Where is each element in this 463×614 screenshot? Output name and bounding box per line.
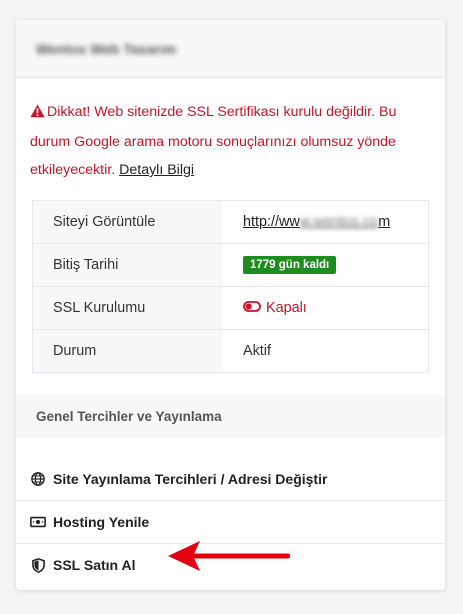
- warning-icon: [30, 100, 45, 128]
- url-hidden-part: w.wentos.co: [299, 214, 379, 230]
- site-info-table: Siteyi Görüntüle http://www.wentos.com B…: [32, 200, 429, 373]
- table-row: Bitiş Tarihi 1779 gün kaldı: [32, 243, 429, 287]
- menu-item-label: SSL Satın Al: [53, 557, 136, 573]
- details-link[interactable]: Detaylı Bilgi: [119, 162, 194, 178]
- menu-item-label: Hosting Yenile: [53, 514, 150, 530]
- globe-icon: [30, 472, 46, 486]
- section-title: Genel Tercihler ve Yayınlama: [16, 395, 445, 438]
- ssl-setup-label: SSL Kurulumu: [32, 286, 223, 330]
- alert-message: Dikkat! Web sitenizde SSL Sertifikası ku…: [30, 104, 397, 178]
- site-url-link[interactable]: http://www.wentos.com: [243, 214, 390, 230]
- shield-icon: [30, 557, 46, 573]
- expiry-date-label: Bitiş Tarihi: [32, 243, 223, 287]
- table-row: SSL Kurulumu Kapalı: [32, 286, 429, 330]
- site-title: Wentos Web Tasarım: [36, 40, 177, 57]
- status-value: Aktif: [223, 329, 429, 373]
- menu-item-publishing-preferences[interactable]: Site Yayınlama Tercihleri / Adresi Değiş…: [16, 458, 445, 501]
- table-row: Durum Aktif: [32, 329, 429, 373]
- ssl-status-text: Kapalı: [266, 300, 307, 316]
- card-header: Wentos Web Tasarım: [16, 20, 445, 78]
- table-row: Siteyi Görüntüle http://www.wentos.com: [32, 200, 429, 244]
- url-suffix: m: [378, 214, 391, 230]
- url-prefix: http://ww: [243, 214, 300, 230]
- money-bill-icon: [30, 516, 46, 528]
- red-arrow-annotation: [168, 541, 290, 571]
- view-site-label: Siteyi Görüntüle: [32, 200, 223, 244]
- menu-item-label: Site Yayınlama Tercihleri / Adresi Değiş…: [53, 471, 328, 487]
- website-card: Wentos Web Tasarım Dikkat! Web sitenizde…: [16, 20, 445, 590]
- toggle-off-icon: [243, 300, 261, 316]
- ssl-warning-alert: Dikkat! Web sitenizde SSL Sertifikası ku…: [16, 78, 445, 184]
- ssl-status: Kapalı: [243, 300, 307, 316]
- status-label: Durum: [32, 329, 223, 373]
- days-remaining-badge: 1779 gün kaldı: [243, 256, 337, 274]
